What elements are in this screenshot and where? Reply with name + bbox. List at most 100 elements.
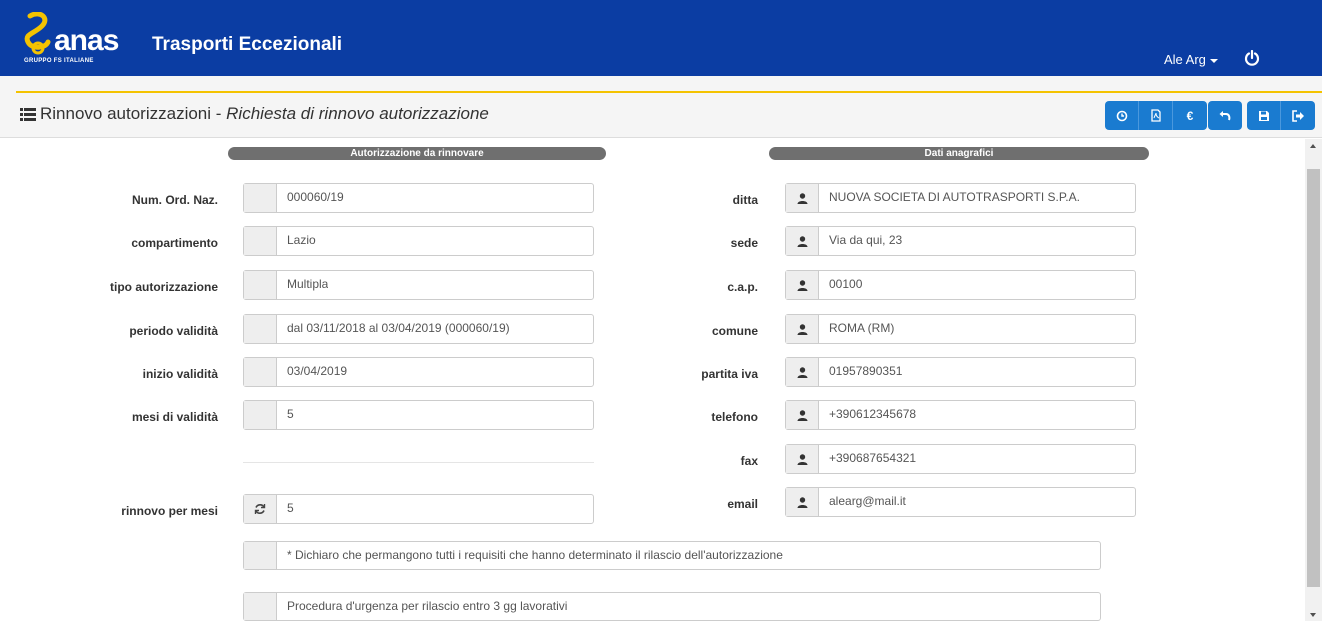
dichiarazione-checkbox[interactable]: [244, 542, 277, 569]
save-icon: [1258, 110, 1269, 121]
app-title: Trasporti Eccezionali: [152, 34, 343, 55]
field-label-partita-iva: partita iva: [701, 367, 758, 381]
caret-down-icon: [1209, 58, 1218, 63]
page-subtitle: Richiesta di rinnovo autorizzazione: [226, 104, 489, 123]
toolbar-group-2: [1208, 101, 1242, 130]
partita-iva-field[interactable]: 01957890351: [785, 357, 1136, 387]
section-header-autorizzazione: Autorizzazione da rinnovare: [228, 147, 606, 160]
scroll-up-icon[interactable]: [1310, 144, 1316, 148]
field-addon: [244, 358, 277, 386]
pdf-icon: [1150, 109, 1161, 122]
user-icon: [797, 496, 807, 508]
sede-field[interactable]: Via da qui, 23: [785, 226, 1136, 256]
urgenza-label: Procedura d'urgenza per rilascio entro 3…: [287, 599, 568, 613]
field-addon: [786, 315, 819, 343]
field-label-mesi-validita: mesi di validità: [131, 410, 218, 424]
dichiarazione-checkbox-row[interactable]: * Dichiaro che permangono tutti i requis…: [243, 541, 1101, 570]
partita-iva-value: 01957890351: [829, 364, 903, 378]
euro-button[interactable]: €: [1173, 101, 1207, 130]
undo-button[interactable]: [1208, 101, 1242, 130]
field-label-compartimento: compartimento: [131, 236, 218, 250]
mesi-validita-field[interactable]: 5: [243, 400, 594, 430]
user-icon: [797, 235, 807, 247]
user-icon: [797, 453, 807, 465]
page-title: Rinnovo autorizzazioni - Richiesta di ri…: [20, 104, 489, 124]
exit-button[interactable]: [1281, 101, 1315, 130]
field-addon: [244, 184, 277, 212]
email-field[interactable]: alearg@mail.it: [785, 487, 1136, 517]
periodo-validita-field[interactable]: dal 03/11/2018 al 03/04/2019 (000060/19): [243, 314, 594, 344]
power-icon[interactable]: [1244, 50, 1260, 66]
toolbar-group-3: [1247, 101, 1315, 130]
inizio-validita-value: 03/04/2019: [287, 364, 348, 378]
mesi-validita-value: 5: [287, 407, 294, 421]
section-header-anagrafica: Dati anagrafici: [769, 147, 1149, 160]
field-label-tipo-autorizzazione: tipo autorizzazione: [110, 280, 218, 294]
urgenza-checkbox[interactable]: [244, 593, 277, 620]
field-addon: [786, 271, 819, 299]
scroll-down-icon[interactable]: [1310, 613, 1316, 617]
undo-icon: [1219, 111, 1231, 121]
logo-subtext: GRUPPO FS ITALIANE: [24, 58, 94, 64]
rinnovo-mesi-value: 5: [287, 501, 294, 515]
toolbar-group-1: €: [1105, 101, 1207, 130]
refresh-icon: [254, 504, 266, 514]
tipo-autorizzazione-field[interactable]: Multipla: [243, 270, 594, 300]
field-label-num-ord: Num. Ord. Naz.: [131, 193, 218, 207]
save-button[interactable]: [1247, 101, 1281, 130]
fax-value: +390687654321: [829, 451, 917, 465]
user-name: Ale Arg: [1164, 52, 1206, 67]
field-addon: [786, 488, 819, 516]
rinnovo-mesi-input[interactable]: 5: [243, 494, 594, 524]
vertical-scrollbar[interactable]: [1305, 139, 1322, 621]
urgenza-checkbox-row[interactable]: Procedura d'urgenza per rilascio entro 3…: [243, 592, 1101, 621]
compartimento-field[interactable]: Lazio: [243, 226, 594, 256]
anas-logo-icon: [24, 12, 51, 55]
history-icon: [1116, 110, 1127, 121]
user-menu-dropdown[interactable]: Ale Arg: [1164, 52, 1218, 67]
field-addon: [786, 184, 819, 212]
dichiarazione-label: * Dichiaro che permangono tutti i requis…: [287, 548, 783, 562]
field-addon: [244, 271, 277, 299]
comune-field[interactable]: ROMA (RM): [785, 314, 1136, 344]
refresh-button[interactable]: [244, 495, 277, 523]
list-icon: [20, 108, 36, 121]
divider: [243, 462, 594, 463]
user-icon: [797, 279, 807, 291]
comune-value: ROMA (RM): [829, 321, 895, 335]
history-button[interactable]: [1105, 101, 1139, 130]
logo-text: anas: [54, 24, 119, 57]
field-label-cap: c.a.p.: [727, 280, 758, 294]
field-addon: [786, 358, 819, 386]
field-addon: [244, 315, 277, 343]
field-addon: [244, 401, 277, 429]
scrollbar-thumb[interactable]: [1307, 169, 1320, 587]
telefono-field[interactable]: +390612345678: [785, 400, 1136, 430]
ditta-field[interactable]: NUOVA SOCIETA DI AUTOTRASPORTI S.P.A.: [785, 183, 1136, 213]
telefono-value: +390612345678: [829, 407, 917, 421]
compartimento-value: Lazio: [287, 233, 316, 247]
field-label-comune: comune: [711, 324, 758, 338]
field-addon: [786, 401, 819, 429]
field-label-inizio-validita: inizio validità: [142, 367, 218, 381]
fax-field[interactable]: +390687654321: [785, 444, 1136, 474]
top-navbar: anas GRUPPO FS ITALIANE Trasporti Eccezi…: [0, 0, 1322, 76]
field-label-telefono: telefono: [711, 410, 758, 424]
field-addon: [786, 227, 819, 255]
page-title-main: Rinnovo autorizzazioni: [40, 104, 212, 123]
field-label-periodo-validita: periodo validità: [129, 324, 218, 338]
num-ord-value: 000060/19: [287, 190, 344, 204]
tipo-autorizzazione-value: Multipla: [287, 277, 329, 291]
field-label-email: email: [727, 497, 758, 511]
pdf-button[interactable]: [1139, 101, 1173, 130]
user-icon: [797, 192, 807, 204]
field-label-ditta: ditta: [732, 193, 758, 207]
exit-icon: [1291, 109, 1304, 122]
field-label-rinnovo-mesi: rinnovo per mesi: [121, 504, 218, 518]
field-label-sede: sede: [730, 236, 758, 250]
num-ord-field[interactable]: 000060/19: [243, 183, 594, 213]
anas-logo[interactable]: anas GRUPPO FS ITALIANE: [24, 10, 124, 70]
cap-field[interactable]: 00100: [785, 270, 1136, 300]
inizio-validita-field[interactable]: 03/04/2019: [243, 357, 594, 387]
user-icon: [797, 409, 807, 421]
